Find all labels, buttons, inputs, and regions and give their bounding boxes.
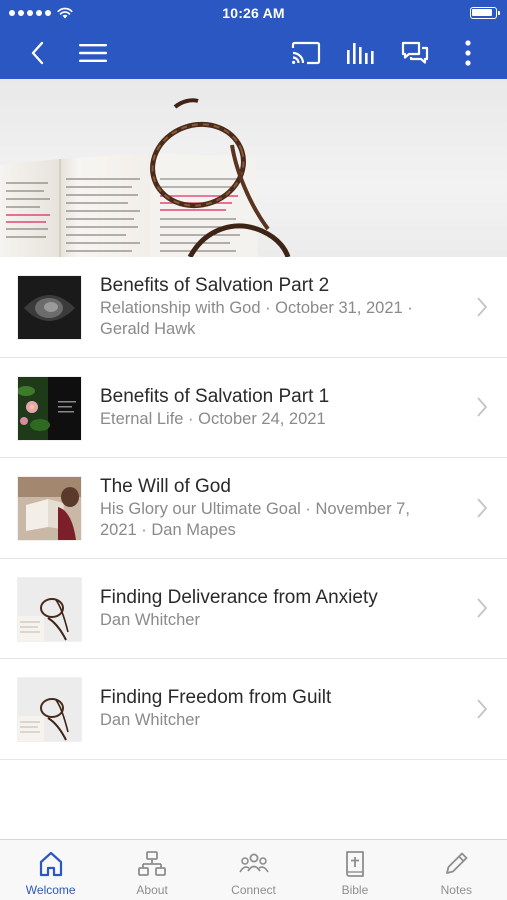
tab-label: Welcome (25, 883, 76, 897)
more-button[interactable] (449, 34, 487, 72)
chevron-right-icon (477, 498, 488, 518)
sermon-title: The Will of God (100, 476, 231, 497)
list-item[interactable]: Benefits of Salvation Part 2 Relationshi… (0, 257, 507, 358)
sermon-title: Finding Deliverance from Anxiety (100, 586, 378, 608)
sermon-details: Eternal Life · October 24, 2021 (100, 409, 463, 430)
sermon-details-line: Eternal Life · October 24, 2021 (100, 409, 326, 428)
home-icon (39, 851, 62, 877)
list-item[interactable]: The Will of God His Glory our Ultimate G… (0, 458, 507, 559)
sermon-details: Dan Whitcher (100, 610, 463, 631)
menu-button[interactable] (74, 34, 112, 72)
sermon-details-line: Dan Whitcher (100, 711, 200, 729)
sermon-details: Dan Whitcher (100, 710, 463, 731)
chevron-right-icon (477, 699, 488, 719)
tab-connect[interactable]: Connect (203, 840, 304, 900)
sermon-thumbnail (18, 678, 81, 741)
status-time: 10:26 AM (222, 5, 285, 21)
chevron-right-icon (477, 397, 488, 417)
chevron-right-icon (477, 297, 488, 317)
list-item[interactable]: Benefits of Salvation Part 1 Eternal Lif… (0, 358, 507, 458)
pencil-icon (446, 852, 468, 874)
tab-welcome[interactable]: Welcome (0, 840, 101, 900)
battery-icon (470, 7, 500, 19)
sermon-details-line: 2021 · Dan Mapes (100, 521, 236, 539)
hero-image (0, 79, 507, 257)
back-icon (31, 41, 44, 65)
tab-label: Notes (440, 883, 472, 897)
more-icon (465, 40, 471, 66)
cast-icon (291, 41, 321, 65)
sermon-details-line: Gerald Hawk (100, 320, 196, 338)
sermon-thumbnail (18, 276, 81, 339)
tab-label: Bible (341, 883, 369, 897)
sermon-details: His Glory our Ultimate Goal · November 7… (100, 499, 463, 541)
tab-label: Connect (231, 883, 276, 897)
audio-stats-button[interactable] (342, 34, 380, 72)
sermon-thumbnail (18, 577, 81, 641)
sermon-title: Benefits of Salvation Part 1 (100, 385, 330, 407)
tab-about[interactable]: About (101, 840, 202, 900)
status-bar: 10:26 AM (0, 0, 507, 26)
menu-icon (79, 44, 107, 62)
sermon-title: Finding Freedom from Guilt (100, 687, 332, 708)
sermon-details-line: Relationship with God · October 31, 2021… (100, 299, 413, 317)
org-chart-icon (138, 851, 167, 876)
chevron-right-icon (477, 598, 488, 618)
list-item[interactable]: Finding Freedom from Guilt Dan Whitcher (0, 659, 507, 760)
sermon-title: Benefits of Salvation Part 2 (100, 275, 330, 296)
chat-icon (401, 41, 429, 64)
open-bible-glasses-photo (0, 98, 291, 257)
bible-icon (346, 851, 364, 877)
sermon-list: Benefits of Salvation Part 2 Relationshi… (0, 257, 507, 760)
sermon-thumbnail (18, 376, 81, 440)
tab-bar: Welcome About Connect Bible Notes (0, 839, 507, 900)
tab-notes[interactable]: Notes (406, 840, 507, 900)
tab-label: About (136, 883, 168, 897)
stats-icon (347, 43, 374, 64)
sermon-thumbnail (18, 477, 81, 540)
sermon-details: Relationship with God · October 31, 2021… (100, 298, 463, 340)
list-item[interactable]: Finding Deliverance from Anxiety Dan Whi… (0, 559, 507, 659)
tab-bible[interactable]: Bible (304, 840, 405, 900)
chat-button[interactable] (396, 34, 434, 72)
nav-bar (0, 26, 507, 79)
sermon-details-line: Dan Whitcher (100, 610, 200, 629)
back-button[interactable] (18, 34, 56, 72)
cast-button[interactable] (287, 34, 325, 72)
sermon-details-line: His Glory our Ultimate Goal · November 7… (100, 500, 410, 518)
people-icon (238, 853, 269, 873)
